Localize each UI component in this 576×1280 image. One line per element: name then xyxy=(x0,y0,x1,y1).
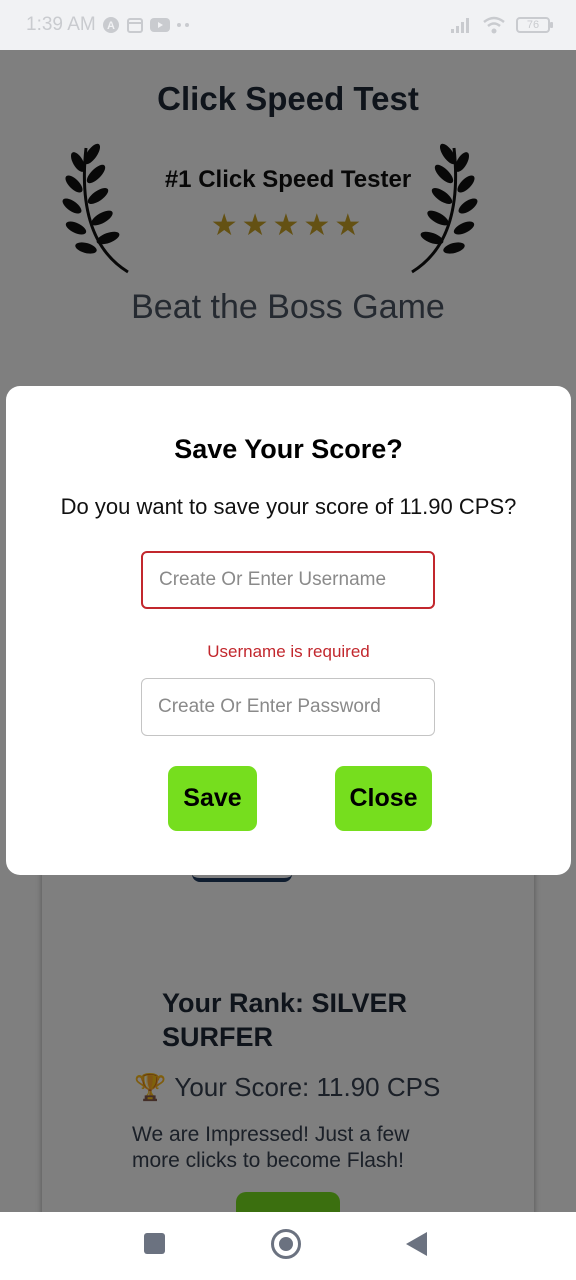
status-time: 1:39 AM xyxy=(26,14,96,35)
notification-a-icon: A xyxy=(102,16,120,34)
recent-apps-icon[interactable] xyxy=(144,1233,165,1254)
system-nav-bar xyxy=(0,1212,576,1280)
status-left: 1:39 AM A xyxy=(26,14,190,36)
dialog-question: Do you want to save your score of 11.90 … xyxy=(60,494,517,519)
status-right: 76 xyxy=(450,16,553,34)
signal-icon xyxy=(450,16,472,34)
username-error: Username is required xyxy=(207,642,370,661)
wifi-icon xyxy=(482,16,506,34)
more-notifications-icon xyxy=(176,22,190,28)
username-input[interactable] xyxy=(141,551,435,609)
calendar-icon xyxy=(126,16,144,34)
youtube-icon xyxy=(149,17,170,33)
close-button[interactable]: Close xyxy=(335,766,432,831)
home-icon[interactable] xyxy=(271,1229,301,1259)
back-triangle-icon[interactable] xyxy=(406,1232,427,1256)
battery-icon: 76 xyxy=(516,17,553,33)
dialog-title: Save Your Score? xyxy=(174,434,403,464)
save-button[interactable]: Save xyxy=(168,766,257,831)
save-score-dialog: Save Your Score? Do you want to save you… xyxy=(6,386,571,875)
status-bar: 1:39 AM A 76 xyxy=(0,0,576,50)
password-input[interactable] xyxy=(141,678,435,736)
svg-text:A: A xyxy=(107,20,115,32)
